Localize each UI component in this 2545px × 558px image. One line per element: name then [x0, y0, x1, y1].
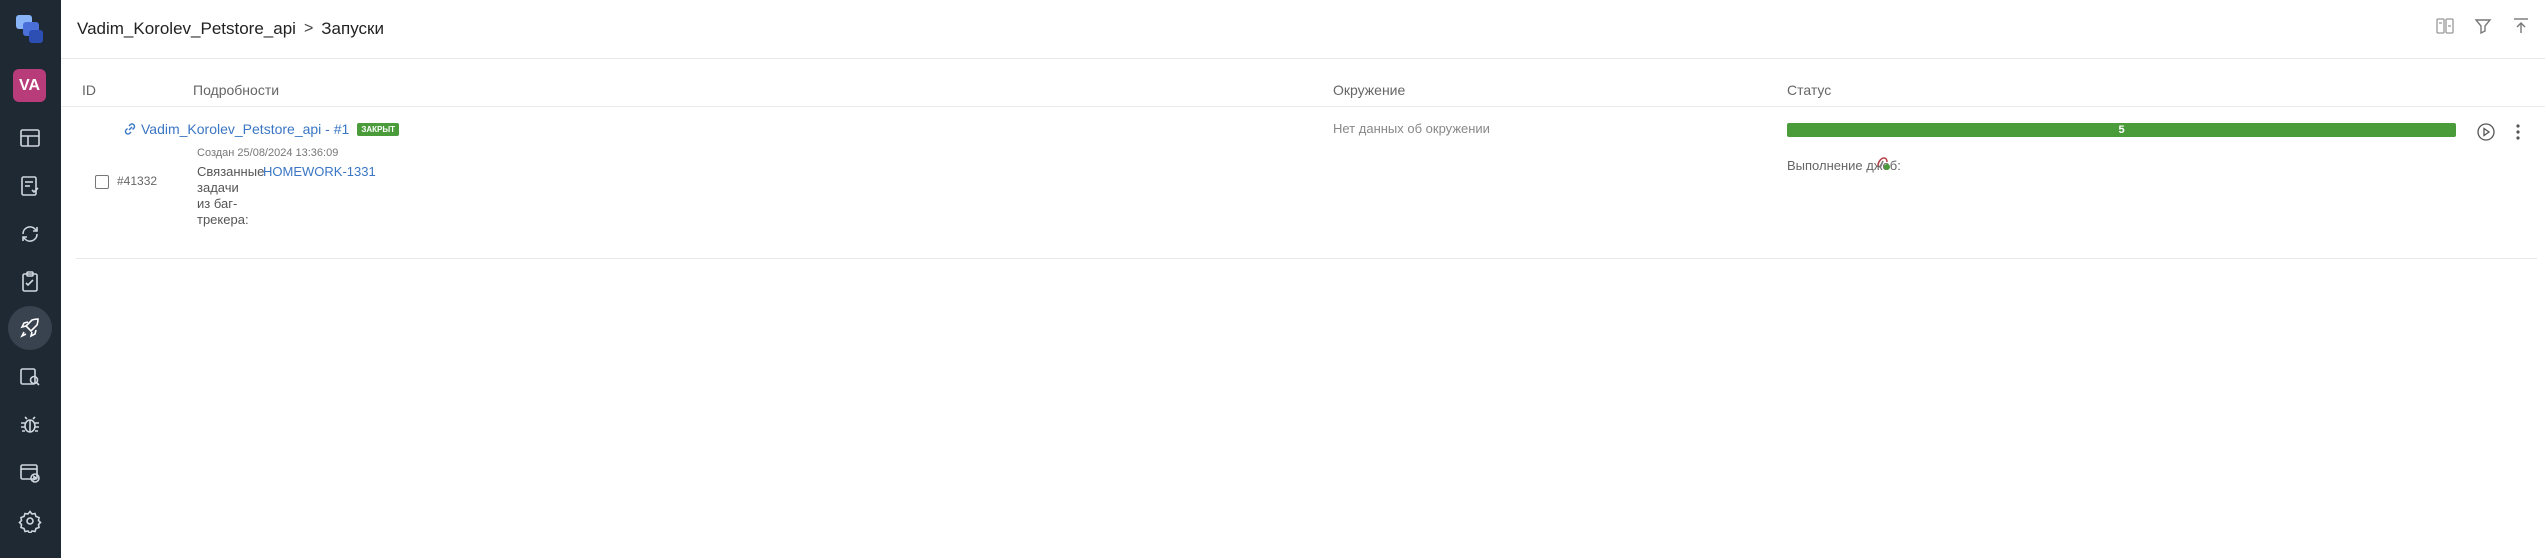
column-header-status[interactable]: Статус [1787, 82, 1831, 98]
page-title: Запуски [321, 19, 384, 38]
related-label-line: задачи [197, 180, 239, 195]
sidebar: VA [0, 0, 61, 558]
launch-name-link[interactable]: Vadim_Korolev_Petstore_api - #1 [141, 121, 349, 137]
breadcrumb: Vadim_Korolev_Petstore_api > Запуски [77, 19, 384, 39]
related-label-line: трекера: [197, 212, 249, 227]
job-status-icon[interactable] [1876, 156, 1892, 172]
link-icon [124, 123, 136, 135]
column-header-details[interactable]: Подробности [193, 82, 279, 98]
row-checkbox[interactable] [95, 175, 109, 189]
more-menu-icon[interactable] [2512, 122, 2524, 142]
app-logo-icon[interactable] [12, 12, 48, 48]
settings-gear-icon[interactable] [13, 504, 47, 538]
export-icon[interactable] [2511, 16, 2531, 41]
page-header: Vadim_Korolev_Petstore_api > Запуски [61, 0, 2545, 59]
table-header: ID Подробности Окружение Статус [61, 76, 2545, 107]
environment-text: Нет данных об окружении [1333, 121, 1490, 136]
breadcrumb-separator: > [303, 20, 314, 37]
column-header-id[interactable]: ID [82, 82, 96, 98]
avatar[interactable]: VA [13, 69, 46, 102]
jobs-icon[interactable] [13, 456, 47, 490]
breadcrumb-project[interactable]: Vadim_Korolev_Petstore_api [77, 19, 296, 39]
play-icon[interactable] [2477, 123, 2495, 141]
status-badge: ЗАКРЫТ [357, 122, 400, 136]
related-label-line: Связанные [197, 164, 265, 179]
defects-bug-icon[interactable] [13, 408, 47, 442]
related-issue-link[interactable]: HOMEWORK-1331 [263, 164, 376, 180]
header-toolbar [2435, 16, 2531, 41]
compare-icon[interactable] [2435, 16, 2455, 41]
table-row[interactable]: #41332 Vadim_Korolev_Petstore_api - #1 З… [76, 107, 2537, 259]
analytics-icon[interactable] [13, 360, 47, 394]
test-cases-icon[interactable] [13, 169, 47, 203]
launch-link-row: Vadim_Korolev_Petstore_api - #1 ЗАКРЫТ [122, 121, 400, 137]
created-timestamp: Создан 25/08/2024 13:36:09 [197, 147, 339, 159]
related-label-line: из баг- [197, 196, 238, 211]
launches-rocket-icon[interactable] [8, 306, 52, 350]
column-header-env[interactable]: Окружение [1333, 82, 1405, 98]
launch-id: #41332 [117, 174, 158, 188]
filter-icon[interactable] [2473, 16, 2493, 41]
checklist-icon[interactable] [13, 265, 47, 299]
sync-icon[interactable] [13, 217, 47, 251]
related-issues-label: Связанные задачи из баг- трекера: [197, 164, 265, 228]
status-progress-bar[interactable]: 5 [1787, 123, 2456, 137]
dashboard-icon[interactable] [13, 121, 47, 155]
